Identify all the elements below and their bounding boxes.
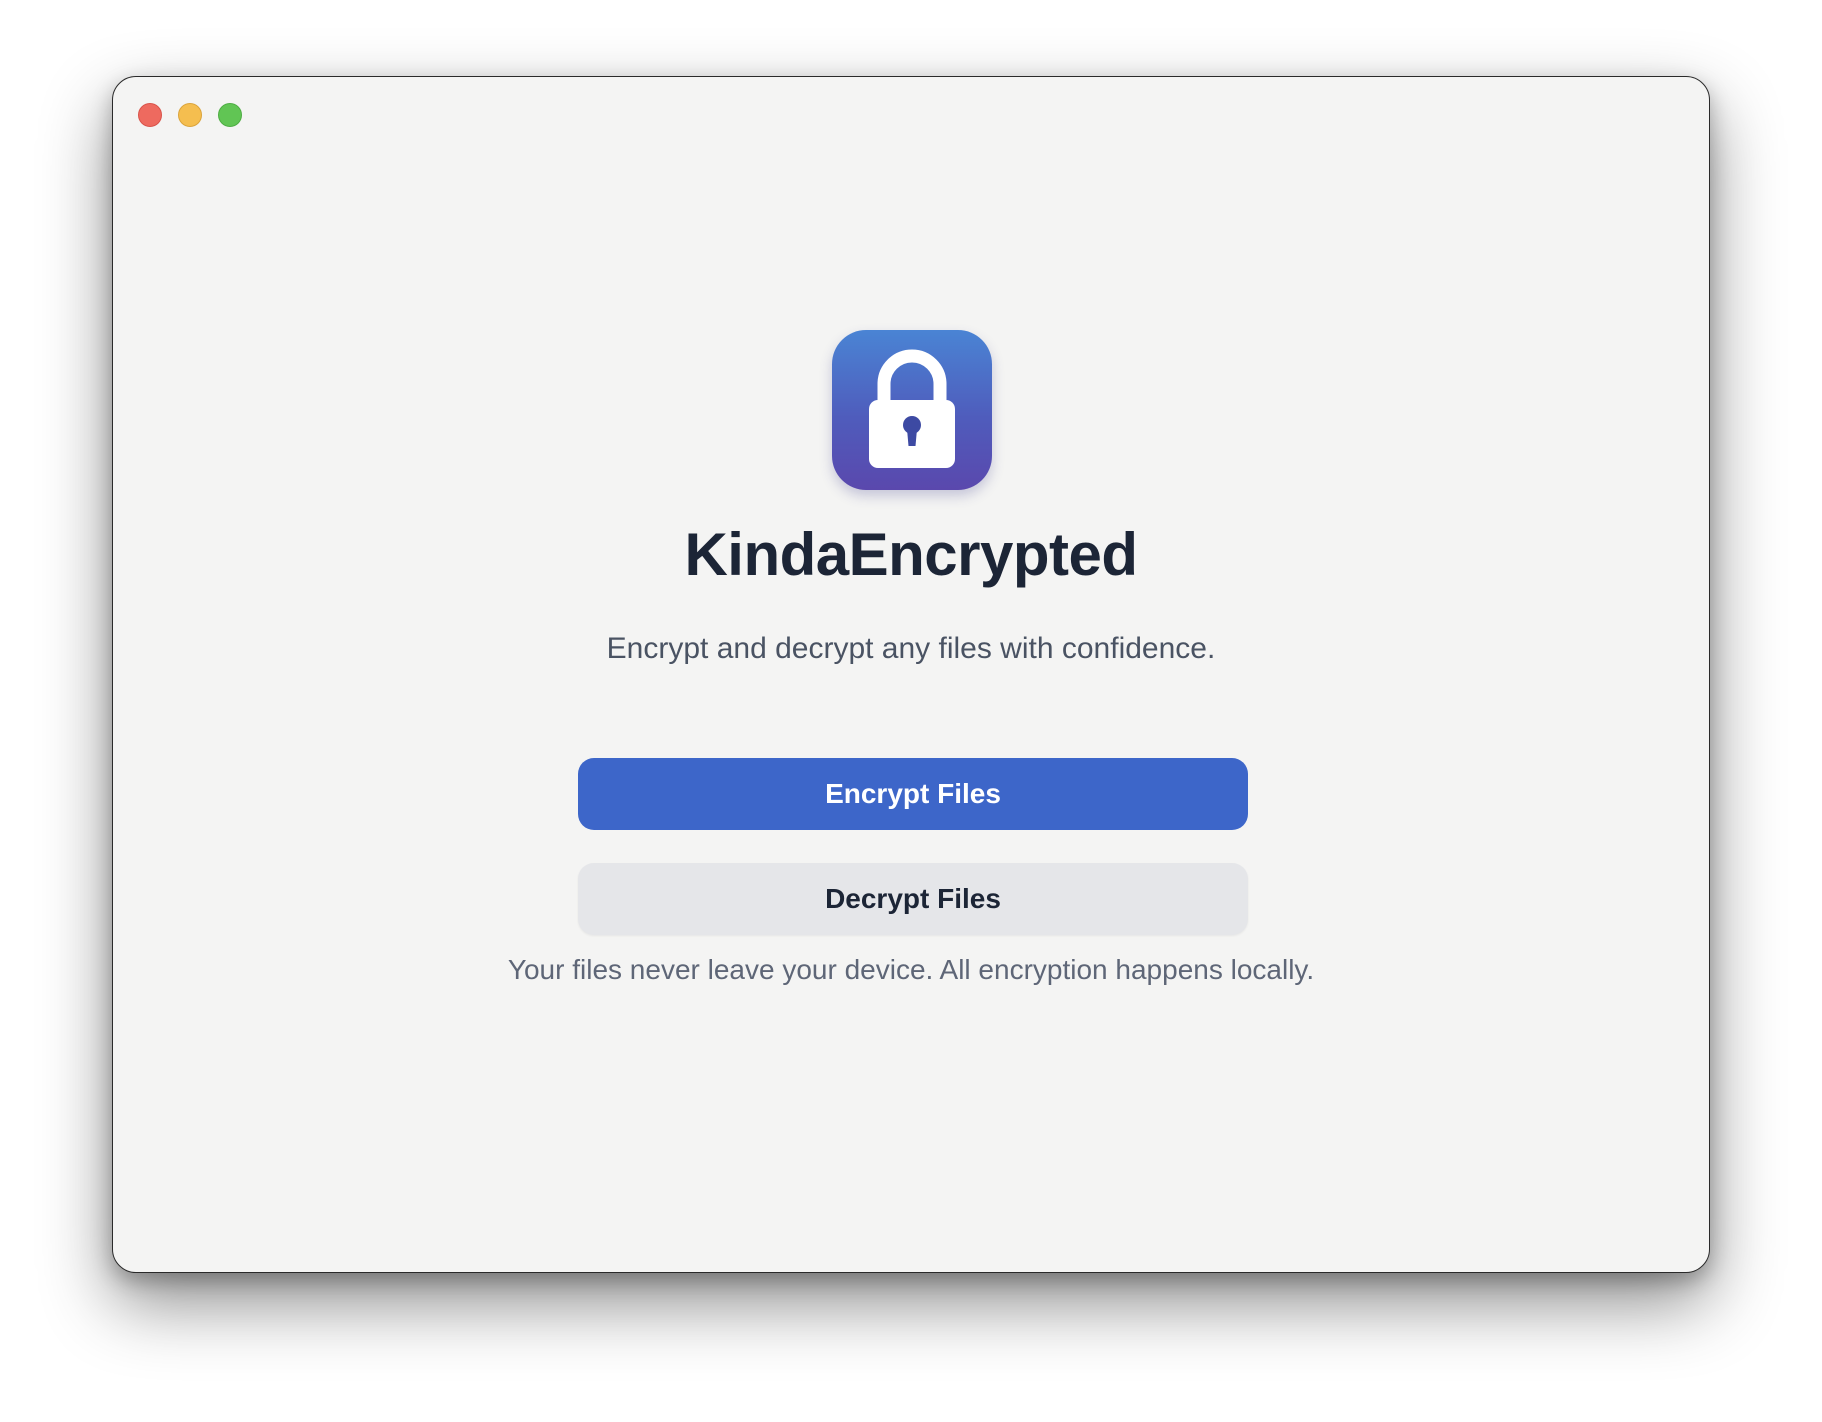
lock-glyph (869, 349, 955, 468)
lock-icon (832, 330, 992, 490)
zoom-window-button[interactable] (218, 103, 242, 127)
app-window: KindaEncrypted Encrypt and decrypt any f… (112, 76, 1710, 1273)
encrypt-files-button[interactable]: Encrypt Files (578, 758, 1248, 830)
app-title: KindaEncrypted (684, 521, 1138, 588)
privacy-note: Your files never leave your device. All … (507, 954, 1315, 985)
window-controls (138, 103, 242, 127)
close-window-button[interactable] (138, 103, 162, 127)
app-tagline: Encrypt and decrypt any files with confi… (606, 632, 1216, 665)
minimize-window-button[interactable] (178, 103, 202, 127)
decrypt-files-button[interactable]: Decrypt Files (578, 863, 1248, 935)
